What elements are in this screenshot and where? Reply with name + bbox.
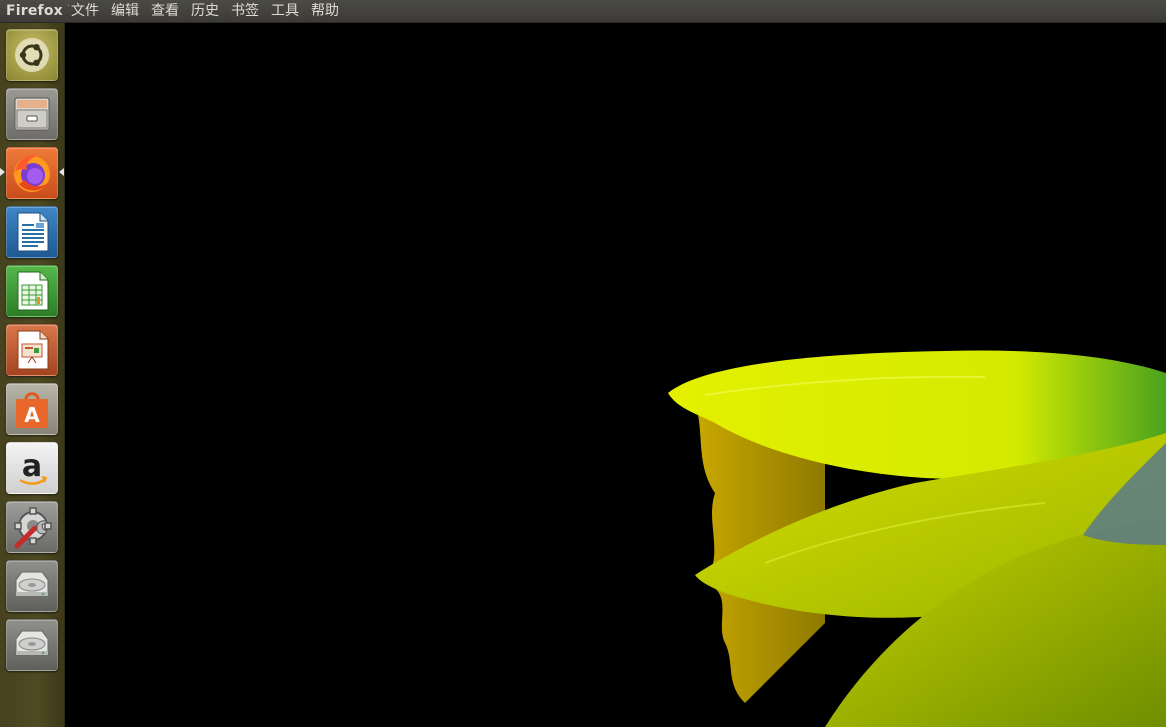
hard-drive-icon bbox=[15, 571, 49, 597]
running-indicator bbox=[0, 168, 5, 176]
launcher-files[interactable] bbox=[6, 88, 58, 140]
svg-text:a: a bbox=[22, 449, 42, 484]
launcher-libreoffice-calc[interactable] bbox=[6, 265, 58, 317]
menu-tools[interactable]: 工具 bbox=[265, 0, 305, 23]
amazon-icon: a bbox=[19, 449, 48, 485]
hard-drive-icon bbox=[15, 630, 49, 656]
top-menu-bar: Firefox Web Browser 文件 编辑 查看 历史 书签 工具 帮助 bbox=[0, 0, 1166, 23]
launcher-drive-1[interactable] bbox=[6, 560, 58, 612]
menu-history[interactable]: 历史 bbox=[185, 0, 225, 23]
app-title: Firefox Web Browser bbox=[6, 2, 69, 19]
menu-view[interactable]: 查看 bbox=[145, 0, 185, 23]
calc-spreadsheet-icon bbox=[17, 271, 49, 311]
launcher-system-settings[interactable] bbox=[6, 501, 58, 553]
unity-launcher: A a bbox=[0, 23, 65, 727]
launcher-drive-2[interactable] bbox=[6, 619, 58, 671]
svg-text:A: A bbox=[24, 403, 40, 427]
launcher-software-center[interactable]: A bbox=[6, 383, 58, 435]
desktop-wallpaper bbox=[65, 23, 1166, 727]
settings-wrench-icon bbox=[14, 507, 52, 549]
firefox-icon bbox=[14, 155, 50, 192]
shopping-bag-icon: A bbox=[16, 392, 48, 428]
menu-bookmarks[interactable]: 书签 bbox=[225, 0, 265, 23]
daffodil-flower-image bbox=[668, 350, 1166, 727]
menu-help[interactable]: 帮助 bbox=[305, 0, 345, 23]
menu-file[interactable]: 文件 bbox=[69, 0, 105, 23]
launcher-dash-home[interactable] bbox=[6, 29, 58, 81]
writer-document-icon bbox=[17, 212, 49, 252]
launcher-libreoffice-writer[interactable] bbox=[6, 206, 58, 258]
impress-presentation-icon bbox=[17, 330, 49, 370]
ubuntu-logo-icon bbox=[15, 38, 49, 72]
launcher-libreoffice-impress[interactable] bbox=[6, 324, 58, 376]
launcher-amazon[interactable]: a bbox=[6, 442, 58, 494]
launcher-firefox[interactable] bbox=[6, 147, 58, 199]
active-indicator bbox=[59, 168, 64, 176]
file-cabinet-icon bbox=[14, 97, 50, 131]
menu-edit[interactable]: 编辑 bbox=[105, 0, 145, 23]
